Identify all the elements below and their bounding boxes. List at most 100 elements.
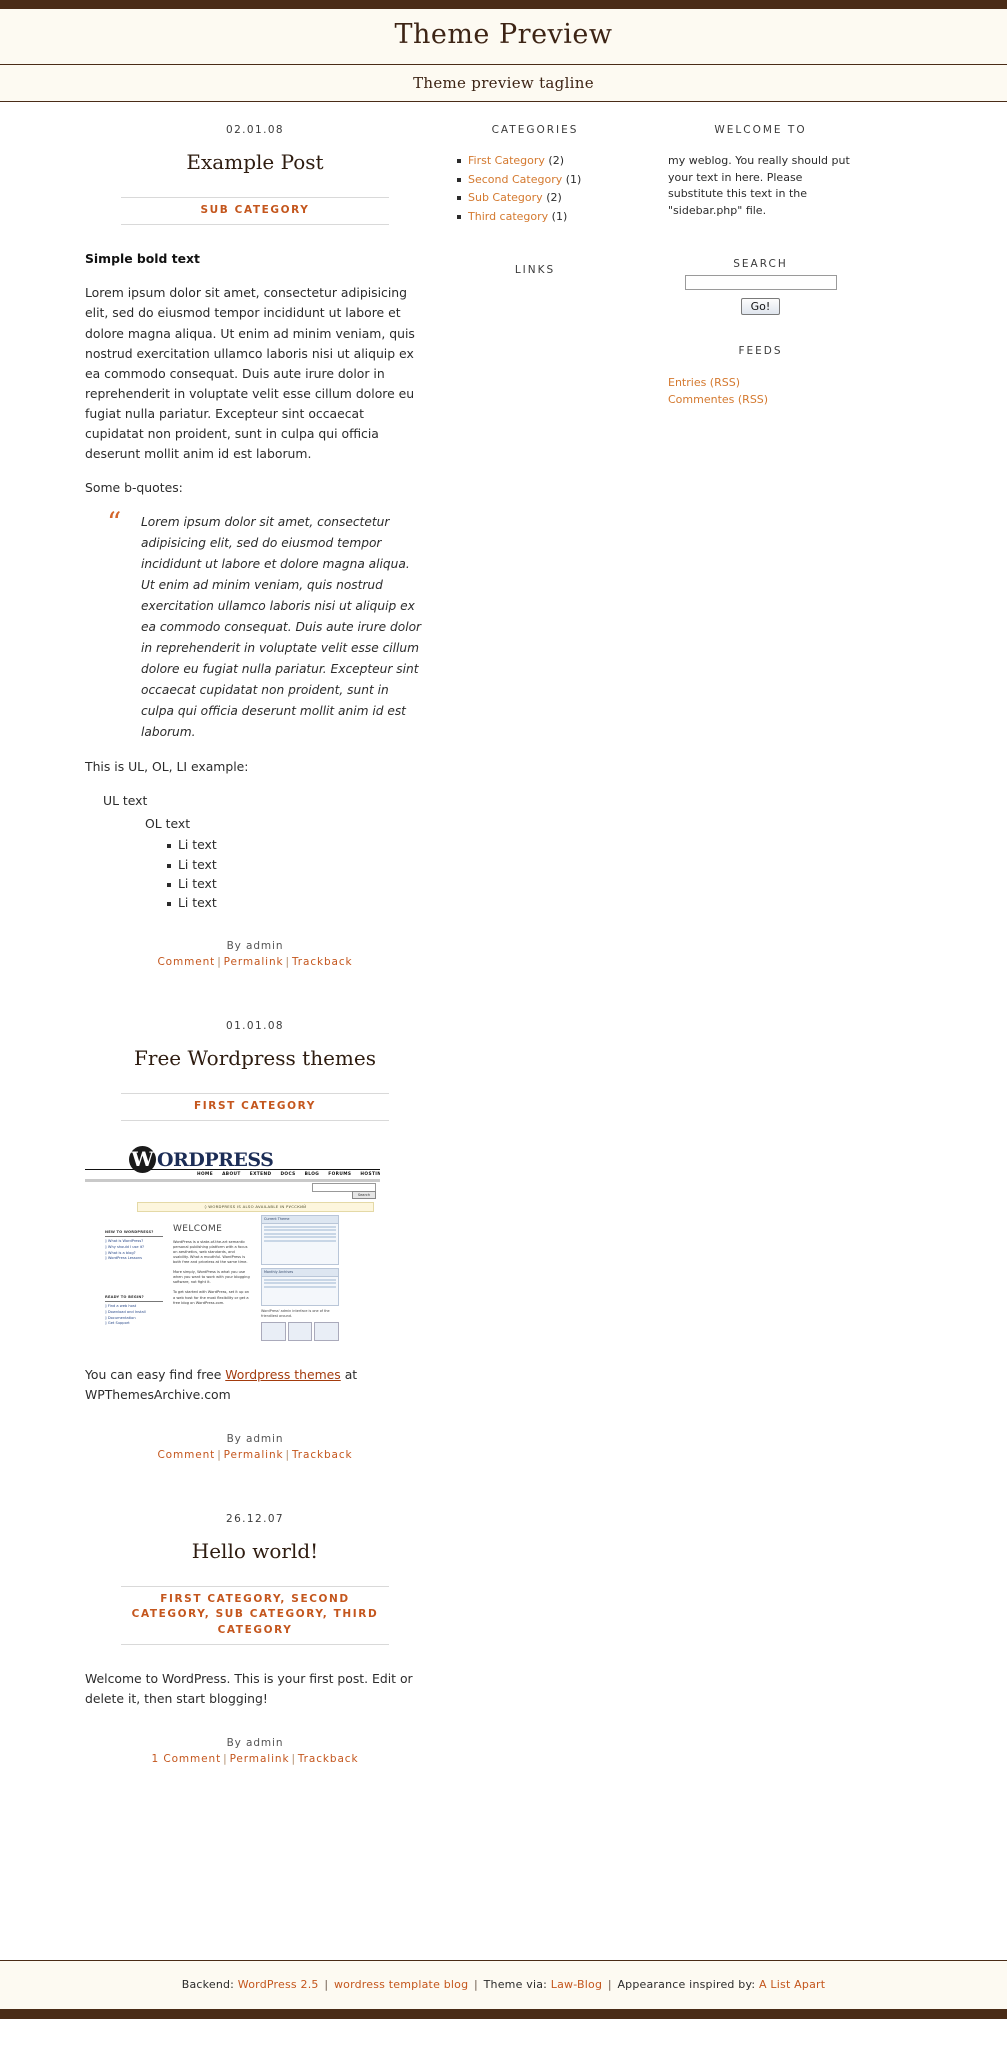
post-text-before: You can easy find free — [85, 1367, 226, 1383]
site-header: Theme Preview Theme preview tagline — [0, 9, 1007, 102]
wp-nav-item: FORUMS — [328, 1172, 352, 1178]
list-item: Sub Category (2) — [457, 190, 625, 206]
wp-left-item: ◊ Why should I use it? — [105, 1244, 145, 1249]
wp-nav: HOMEABOUTEXTENDDOCSBLOGFORUMSHOSTINGDOWN… — [197, 1172, 380, 1178]
wp-panel-2: Monthly Archives — [261, 1268, 339, 1307]
widget-links: LINKS — [445, 264, 625, 276]
category-count: (2) — [546, 191, 562, 205]
wp-left2-item: ◊ Find a web host — [105, 1303, 137, 1308]
wp-nav-item: HOME — [197, 1172, 214, 1178]
list-example-block: UL text OL text Li text Li text Li text … — [85, 791, 425, 912]
site-title: Theme Preview — [394, 19, 613, 50]
permalink-link[interactable]: Permalink — [224, 956, 284, 968]
wp-nav-item: EXTEND — [249, 1172, 272, 1178]
wp-panel-row — [264, 1285, 336, 1288]
quote-intro: Some b-quotes: — [85, 480, 183, 496]
post-title: Free Wordpress themes — [134, 1045, 376, 1070]
footer-backend-label: Backend: — [181, 1978, 238, 1991]
category-link[interactable]: Third category — [468, 210, 548, 223]
comment-link[interactable]: Comment — [157, 1449, 215, 1461]
search-go-button[interactable]: Go! — [740, 297, 781, 315]
wp-nav-item: DOCS — [280, 1172, 296, 1178]
wp-paragraph: To get started with WordPress, set it up… — [173, 1290, 250, 1305]
sidebar-categories-links: CATEGORIES First Category (2) Second Cat… — [445, 124, 625, 306]
post-hello-world: 26.12.07 Hello world! FIRST CATEGORY, SE… — [85, 1513, 425, 1765]
permalink-link[interactable]: Permalink — [230, 1753, 290, 1765]
wordpress-version-link[interactable]: WordPress 2.5 — [238, 1978, 319, 1991]
category-link[interactable]: Second Category — [468, 173, 562, 186]
wp-left-item: ◊ What is a blog? — [105, 1250, 136, 1255]
a-list-apart-link[interactable]: A List Apart — [759, 1978, 825, 1991]
post-categories[interactable]: SUB CATEGORY — [121, 197, 389, 226]
post-body: You can easy find free Wordpress themes … — [85, 1365, 425, 1405]
wp-thumbnail — [287, 1321, 313, 1341]
post-author: By admin — [226, 939, 284, 952]
wp-panel-title: Current Theme — [262, 1216, 338, 1224]
content-column: 02.01.08 Example Post SUB CATEGORY Simpl… — [85, 124, 425, 1775]
category-link[interactable]: First Category — [468, 154, 545, 167]
post-date: 02.01.08 — [226, 124, 284, 136]
comment-link[interactable]: 1 Comment — [152, 1753, 222, 1765]
wp-panel-row — [264, 1236, 336, 1239]
wp-left-item: ◊ What is WordPress? — [105, 1238, 144, 1243]
footer-appearance-label: Appearance inspired by: — [617, 1978, 760, 1991]
link-separator: | — [285, 955, 290, 968]
comment-link[interactable]: Comment — [157, 956, 215, 968]
blockquote: “ Lorem ipsum dolor sit amet, consectetu… — [107, 509, 425, 743]
wordpress-screenshot-image: W ORDPRESS HOME ABOUT EXTEND DOCS BLOG FORUMS… — [85, 1145, 380, 1346]
post-bold-heading: Simple bold text — [85, 251, 200, 267]
post-author: By admin — [226, 1737, 284, 1750]
site-footer: Backend: WordPress 2.5 | wordress templa… — [0, 1960, 1007, 2009]
main-content-wrap: 02.01.08 Example Post SUB CATEGORY Simpl… — [0, 102, 1007, 1924]
post-paragraph: Welcome to WordPress. This is your first… — [85, 1670, 413, 1707]
post-date: 01.01.08 — [226, 1019, 284, 1032]
category-count: (1) — [551, 209, 568, 223]
category-count: (2) — [548, 154, 564, 167]
post-categories[interactable]: FIRST CATEGORY, SECOND CATEGORY, SUB CAT… — [121, 1586, 389, 1645]
post-categories[interactable]: FIRST CATEGORY — [121, 1092, 389, 1122]
link-separator: | — [291, 1753, 296, 1766]
widget-title-search: SEARCH — [733, 257, 788, 270]
template-blog-link[interactable]: wordress template blog — [334, 1978, 468, 1991]
post-body: Welcome to WordPress. This is your first… — [85, 1669, 425, 1709]
link-separator: | — [217, 955, 222, 968]
wp-paragraph: More simply, WordPress is what you use w… — [173, 1270, 250, 1285]
permalink-link[interactable]: Permalink — [224, 1449, 284, 1461]
trackback-link[interactable]: Trackback — [298, 1753, 359, 1765]
header-tagline-bar: Theme preview tagline — [0, 65, 1007, 101]
post-spacer — [85, 978, 425, 1020]
category-link[interactable]: Sub Category — [468, 191, 543, 204]
li-list: Li text Li text Li text Li text — [85, 837, 425, 912]
theme-source-link[interactable]: Law-Blog — [551, 1978, 602, 1991]
wp-nav-item: BLOG — [304, 1172, 320, 1178]
wp-left2-heading: READY TO BEGIN? — [105, 1295, 163, 1302]
wp-welcome-heading: WELCOME — [173, 1224, 223, 1235]
wp-left-column: NEW TO WORDPRESS? ◊ What is WordPress? ◊… — [105, 1230, 163, 1262]
feed-comments-link[interactable]: Commentes (RSS) — [668, 391, 853, 408]
wp-panel-rows — [262, 1277, 338, 1292]
link-separator: | — [285, 1449, 290, 1462]
wp-left-column-2: READY TO BEGIN? ◊ Find a web host ◊ Down… — [105, 1295, 163, 1327]
post-example-post: 02.01.08 Example Post SUB CATEGORY Simpl… — [85, 124, 425, 968]
search-input[interactable] — [684, 274, 837, 290]
wp-caption: WordPress' admin interface is one of the… — [261, 1309, 330, 1318]
list-item: Li text — [167, 857, 425, 873]
wp-panel-row — [264, 1225, 336, 1228]
post-links: Comment | Permalink | Trackback — [85, 956, 425, 968]
bottom-border-rule — [0, 2009, 1007, 2019]
list-intro: This is UL, OL, LI example: — [85, 759, 249, 775]
wp-search-button: Search — [352, 1191, 376, 1200]
wordpress-themes-link[interactable]: Wordpress themes — [225, 1367, 341, 1382]
top-border-rule — [0, 0, 1007, 9]
trackback-link[interactable]: Trackback — [292, 956, 353, 968]
trackback-link[interactable]: Trackback — [292, 1449, 353, 1461]
feed-entries-link[interactable]: Entries (RSS) — [668, 374, 853, 391]
link-separator: | — [223, 1753, 228, 1766]
post-free-wordpress-themes: 01.01.08 Free Wordpress themes FIRST CAT… — [85, 1020, 425, 1461]
wp-language-banner: ◊ WORDPRESS IS ALSO AVAILABLE IN РУССКИЙ — [137, 1202, 374, 1213]
post-title: Hello world! — [191, 1539, 319, 1564]
columns-layout: 02.01.08 Example Post SUB CATEGORY Simpl… — [0, 124, 1007, 1775]
sidebar-welcome-search-feeds: WELCOME TO my weblog. You really should … — [668, 124, 853, 438]
wp-shot-header: W ORDPRESS HOME ABOUT EXTEND DOCS BLOG FORUMS… — [85, 1145, 380, 1183]
wp-thumbnail — [314, 1321, 340, 1341]
